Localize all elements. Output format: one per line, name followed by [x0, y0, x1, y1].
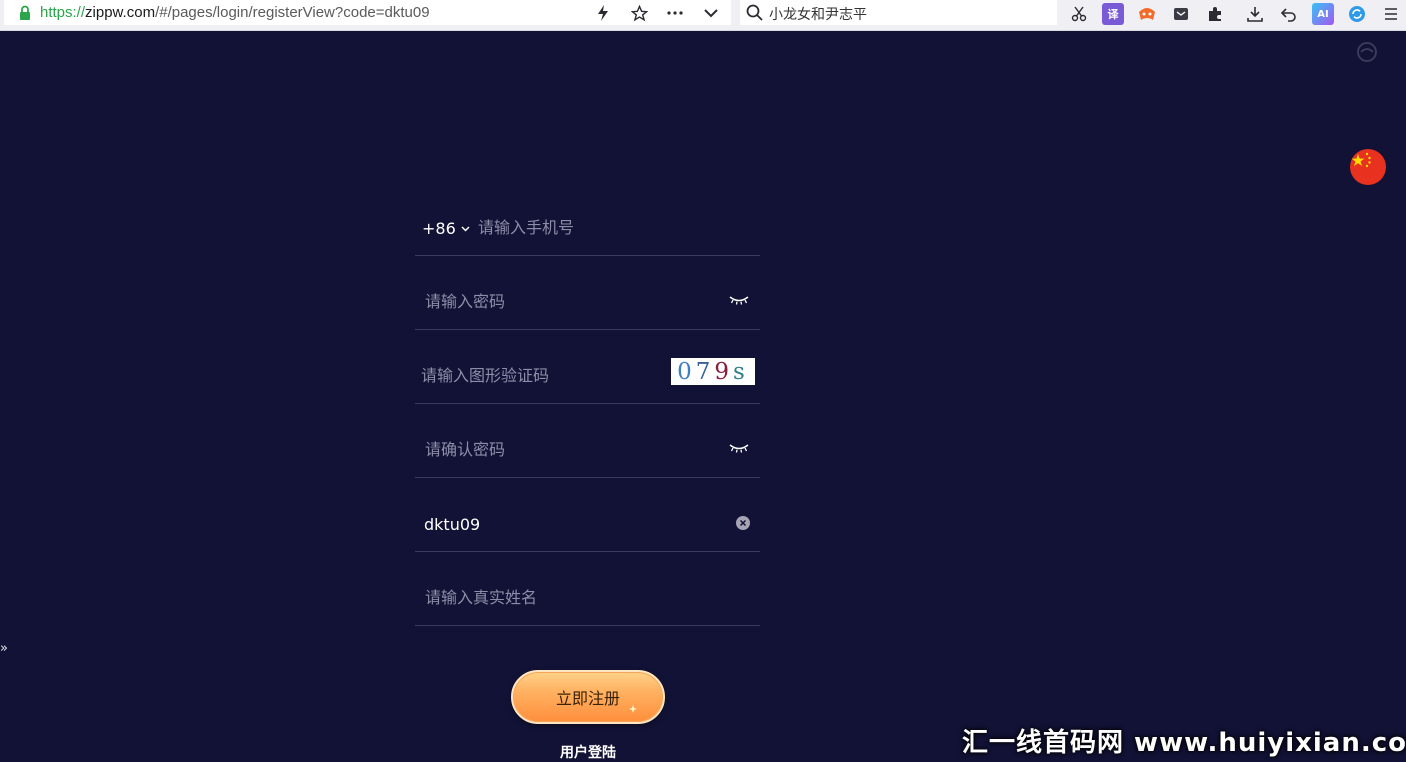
double-chevron-right-icon[interactable]: »: [0, 641, 8, 656]
translate-icon-label: 译: [1107, 8, 1119, 21]
search-bar[interactable]: 小龙女和尹志平: [740, 0, 1057, 25]
captcha-char: 7: [695, 358, 715, 385]
watermark: 汇一线首码网 www.huiyixian.com: [962, 728, 1406, 758]
url-path: /#/pages/login/registerView?code=dktu09: [155, 4, 430, 21]
invite-code-row: dktu09: [415, 478, 760, 552]
search-icon: [746, 4, 763, 21]
confirm-password-row: 请确认密码: [415, 404, 760, 478]
lightning-icon[interactable]: [593, 3, 613, 23]
extensions-icon[interactable]: [1204, 3, 1226, 25]
real-name-row: 请输入真实姓名: [415, 552, 760, 626]
sync-icon[interactable]: [1346, 3, 1368, 25]
search-input[interactable]: 小龙女和尹志平: [769, 4, 867, 24]
captcha-char: s: [733, 358, 749, 385]
lock-icon: [20, 5, 30, 20]
ai-icon-label: AI: [1317, 8, 1329, 20]
url-host: zippw.com: [85, 4, 156, 21]
ai-icon[interactable]: AI: [1312, 3, 1334, 25]
password-input[interactable]: 请输入密码: [425, 288, 505, 312]
star-icon[interactable]: [629, 3, 649, 23]
download-icon[interactable]: [1244, 3, 1266, 25]
captcha-image[interactable]: 079s: [671, 358, 755, 385]
chevron-down-icon[interactable]: [701, 3, 721, 23]
user-login-link[interactable]: 用户登陆: [560, 742, 616, 762]
scissors-icon[interactable]: [1068, 3, 1090, 25]
browser-chrome: https://zippw.com/#/pages/login/register…: [0, 0, 1406, 31]
register-button[interactable]: 立即注册: [511, 670, 665, 724]
phone-row: +86 请输入手机号: [415, 213, 760, 256]
menu-icon[interactable]: [1380, 3, 1402, 25]
game-icon[interactable]: [1136, 3, 1158, 25]
url-protocol: https://: [40, 4, 86, 21]
undo-icon[interactable]: [1278, 3, 1300, 25]
captcha-char: 0: [677, 358, 696, 385]
phone-input[interactable]: 请输入手机号: [478, 214, 574, 238]
invite-code-input[interactable]: dktu09: [424, 515, 480, 534]
more-icon[interactable]: [665, 3, 685, 23]
captcha-row: 请输入图形验证码 079s: [415, 330, 760, 404]
address-bar[interactable]: https://zippw.com/#/pages/login/register…: [4, 0, 731, 25]
real-name-input[interactable]: 请输入真实姓名: [425, 584, 537, 608]
url-text: https://zippw.com/#/pages/login/register…: [40, 4, 430, 21]
page: +86 请输入手机号 请输入密码 请输入图形验证码 079s 请确认密码 dkt…: [0, 31, 1406, 761]
captcha-char: 9: [714, 358, 734, 385]
language-flag-icon[interactable]: [1350, 149, 1386, 185]
captcha-input[interactable]: 请输入图形验证码: [421, 362, 549, 386]
customer-service-icon[interactable]: [1355, 40, 1379, 64]
confirm-password-input[interactable]: 请确认密码: [425, 436, 505, 460]
chevron-down-icon: [461, 225, 470, 232]
reader-icon[interactable]: [1170, 3, 1192, 25]
register-button-label: 立即注册: [555, 689, 620, 708]
register-form: +86 请输入手机号 请输入密码 请输入图形验证码 079s 请确认密码 dkt…: [415, 213, 760, 626]
eye-closed-icon[interactable]: [729, 295, 749, 305]
eye-closed-icon[interactable]: [729, 443, 749, 453]
clear-icon[interactable]: [736, 516, 750, 530]
country-code-value: +86: [422, 219, 456, 238]
sparkle-icon: [629, 705, 637, 713]
translate-icon[interactable]: 译: [1102, 3, 1124, 25]
country-code-select[interactable]: +86: [422, 219, 470, 238]
password-row: 请输入密码: [415, 256, 760, 330]
